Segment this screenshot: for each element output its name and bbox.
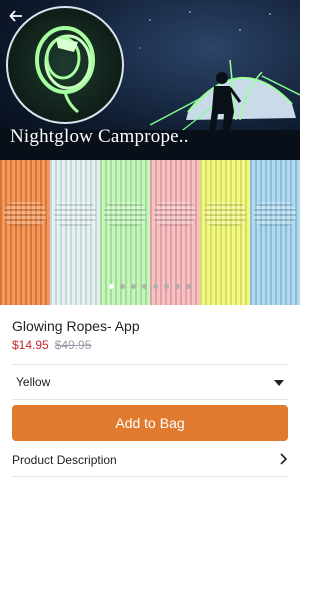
carousel-dot[interactable]	[109, 284, 114, 289]
divider	[12, 399, 288, 400]
carousel-dot[interactable]	[120, 284, 125, 289]
carousel-dot[interactable]	[175, 284, 180, 289]
back-arrow-icon[interactable]	[8, 8, 24, 24]
hero-photo-night-scene: Nightglow Camprope..	[0, 0, 300, 160]
variant-selected-value: Yellow	[16, 375, 51, 389]
carousel-indicator	[0, 284, 300, 289]
glowing-rope-coil-image	[35, 26, 95, 114]
caret-down-icon	[274, 375, 284, 389]
product-title: Glowing Ropes- App	[12, 318, 140, 334]
product-image-carousel[interactable]: Nightglow Camprope..	[0, 0, 300, 305]
carousel-dot[interactable]	[164, 284, 169, 289]
chevron-right-icon	[280, 452, 288, 468]
image-banner-text: Nightglow Camprope..	[10, 126, 189, 147]
divider	[12, 476, 288, 477]
product-description-label: Product Description	[12, 453, 117, 467]
carousel-dot[interactable]	[131, 284, 136, 289]
add-to-bag-button[interactable]: Add to Bag	[12, 405, 288, 441]
variant-select[interactable]: Yellow	[12, 367, 288, 397]
product-description-row[interactable]: Product Description	[12, 448, 288, 472]
carousel-dot[interactable]	[153, 284, 158, 289]
sale-price: $14.95	[12, 338, 49, 352]
carousel-dot[interactable]	[142, 284, 147, 289]
carousel-dot[interactable]	[186, 284, 191, 289]
original-price: $49.95	[54, 338, 92, 352]
price-row: $14.95 $49.95	[12, 338, 91, 352]
divider	[12, 364, 288, 365]
